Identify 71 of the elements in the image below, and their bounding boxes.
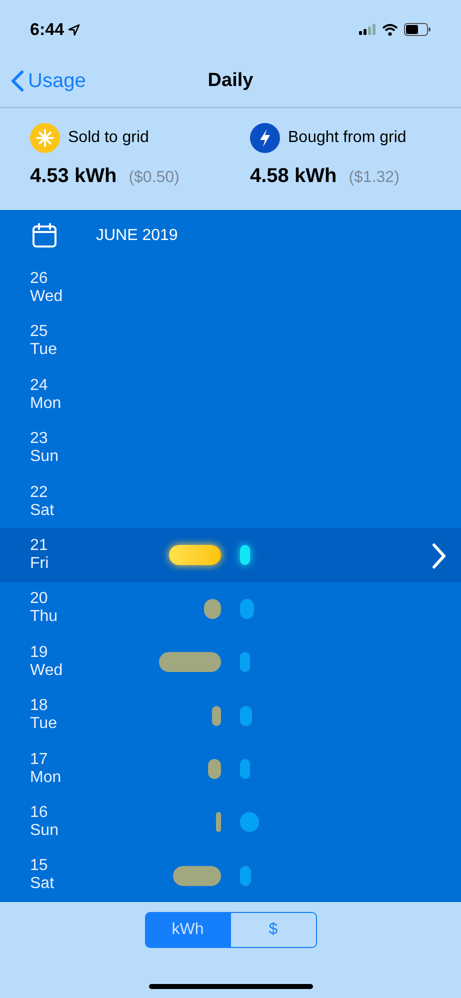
bought-bar	[240, 866, 251, 886]
signal-icon	[359, 24, 376, 35]
day-row[interactable]: 20 Thu	[0, 582, 461, 636]
lightning-icon	[250, 123, 280, 153]
day-date: 16	[30, 804, 49, 822]
battery-icon	[404, 23, 431, 36]
day-weekday: Mon	[30, 394, 62, 413]
status-time: 6:44	[30, 18, 64, 41]
sold-bar	[159, 652, 221, 672]
day-date: 15	[30, 857, 49, 876]
day-date: 17	[30, 750, 49, 769]
sun-icon	[30, 123, 60, 153]
bought-bar	[240, 758, 250, 779]
day-weekday: Sat	[30, 875, 56, 894]
day-row[interactable]: 26 Wed	[0, 261, 461, 315]
chevron-right-icon	[431, 543, 447, 570]
day-date: 23	[30, 430, 49, 448]
wifi-icon	[382, 24, 398, 36]
sold-bar	[216, 812, 221, 832]
day-row[interactable]: 17 Mon	[0, 742, 461, 796]
day-date: 19	[30, 644, 49, 662]
day-weekday: Sun	[30, 822, 60, 840]
day-weekday: Wed	[30, 662, 64, 680]
summary-amount: 4.58 kWh	[250, 164, 337, 189]
day-date: 26	[30, 270, 49, 288]
sold-bar	[208, 758, 221, 779]
bought-bar	[240, 706, 252, 726]
day-weekday: Wed	[30, 288, 64, 306]
unit-segment[interactable]: $	[230, 913, 316, 947]
day-date: 20	[30, 590, 49, 608]
day-weekday: Sat	[30, 502, 56, 520]
month-label: JUNE 2019	[96, 226, 178, 246]
sold-bar	[169, 545, 221, 566]
bought-bar	[240, 545, 250, 566]
sold-bar	[212, 706, 221, 726]
day-row[interactable]: 19 Wed	[0, 635, 461, 689]
day-row[interactable]: 22 Sat	[0, 474, 461, 528]
summary-cost: ($0.50)	[128, 168, 180, 188]
day-weekday: Tue	[30, 715, 58, 734]
day-row[interactable]: 18 Tue	[0, 688, 461, 742]
calendar-icon	[32, 223, 57, 248]
day-weekday: Thu	[30, 608, 59, 626]
bought-bar	[240, 598, 254, 619]
sold-bar	[204, 598, 221, 619]
summary-label: Bought from grid	[288, 128, 406, 148]
day-date: 24	[30, 376, 49, 395]
summary-label: Sold to grid	[68, 128, 149, 148]
location-arrow-icon	[68, 24, 80, 36]
day-date: 21	[30, 537, 49, 556]
day-row[interactable]: 24 Mon	[0, 368, 461, 422]
page-title: Daily	[208, 68, 254, 93]
summary-amount: 4.53 kWh	[30, 164, 117, 189]
day-row[interactable]: 15 Sat	[0, 848, 461, 902]
unit-segment[interactable]: kWh	[146, 913, 230, 947]
day-weekday: Fri	[30, 555, 50, 574]
sold-bar	[173, 866, 221, 886]
bought-bar	[240, 812, 259, 832]
bought-bar	[240, 652, 250, 672]
day-date: 22	[30, 484, 49, 502]
day-date: 18	[30, 697, 49, 716]
day-row[interactable]: 21 Fri	[0, 528, 461, 582]
day-row[interactable]: 25 Tue	[0, 314, 461, 368]
day-row[interactable]: 16 Sun	[0, 795, 461, 849]
day-date: 25	[30, 323, 49, 342]
day-weekday: Sun	[30, 448, 60, 466]
day-weekday: Mon	[30, 768, 62, 787]
chevron-left-icon	[10, 70, 24, 92]
day-row[interactable]: 23 Sun	[0, 422, 461, 475]
back-button[interactable]: Usage	[0, 66, 86, 96]
summary-cost: ($1.32)	[348, 168, 400, 188]
day-weekday: Tue	[30, 341, 58, 360]
